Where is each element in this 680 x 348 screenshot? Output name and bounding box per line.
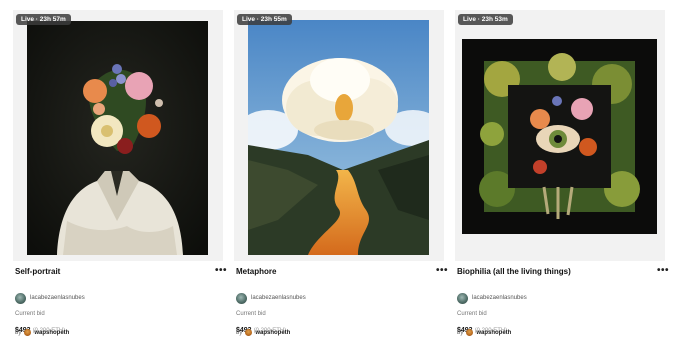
artwork-card[interactable]: Live · 23h 57m Self-portrait ••• lacabez…: [13, 0, 226, 348]
live-auction-badge: Live · 23h 55m: [237, 14, 292, 25]
bidder-name: wapshopeth: [476, 329, 512, 336]
artwork-image-frame[interactable]: Live · 23h 53m: [455, 10, 665, 261]
artist-link[interactable]: lacabezaenlasnubes: [15, 292, 85, 304]
artwork-image-frame[interactable]: Live · 23h 55m: [234, 10, 444, 261]
artwork-image-self-portrait: [27, 21, 208, 255]
artwork-image-metaphore: [248, 20, 429, 255]
artist-name: lacabezaenlasnubes: [251, 295, 306, 301]
artwork-grid: Live · 23h 57m Self-portrait ••• lacabez…: [0, 0, 680, 348]
current-bid-label: Current bid: [236, 311, 266, 317]
bidder-row[interactable]: by wapshopeth: [236, 329, 290, 336]
artwork-image-frame[interactable]: Live · 23h 57m: [13, 10, 223, 261]
bidder-row[interactable]: by wapshopeth: [15, 329, 69, 336]
bidder-name: wapshopeth: [255, 329, 291, 336]
more-dots-icon[interactable]: •••: [215, 266, 227, 276]
more-dots-icon[interactable]: •••: [436, 266, 448, 276]
artist-link[interactable]: lacabezaenlasnubes: [457, 292, 527, 304]
bidder-name: wapshopeth: [34, 329, 70, 336]
artist-link[interactable]: lacabezaenlasnubes: [236, 292, 306, 304]
artist-avatar: [457, 292, 468, 304]
current-bid-label: Current bid: [457, 311, 487, 317]
by-label: by: [236, 329, 243, 336]
artwork-image-biophilia: [462, 39, 657, 234]
artwork-card[interactable]: Live · 23h 55m Metaphore ••• lacabezaenl…: [234, 0, 447, 348]
bidder-avatar: [24, 329, 32, 336]
artist-name: lacabezaenlasnubes: [30, 295, 85, 301]
artwork-title[interactable]: Metaphore: [236, 267, 276, 276]
bidder-avatar: [245, 329, 253, 336]
artwork-card[interactable]: Live · 23h 53m Biophilia (all the living…: [455, 0, 668, 348]
artwork-title[interactable]: Self-portrait: [15, 267, 60, 276]
artist-name: lacabezaenlasnubes: [472, 295, 527, 301]
artwork-title[interactable]: Biophilia (all the living things): [457, 267, 571, 276]
live-auction-badge: Live · 23h 57m: [16, 14, 71, 25]
more-dots-icon[interactable]: •••: [657, 266, 669, 276]
by-label: by: [457, 329, 464, 336]
bidder-row[interactable]: by wapshopeth: [457, 329, 511, 336]
by-label: by: [15, 329, 22, 336]
current-bid-label: Current bid: [15, 311, 45, 317]
live-auction-badge: Live · 23h 53m: [458, 14, 513, 25]
artist-avatar: [15, 292, 26, 304]
bidder-avatar: [466, 329, 474, 336]
artist-avatar: [236, 292, 247, 304]
